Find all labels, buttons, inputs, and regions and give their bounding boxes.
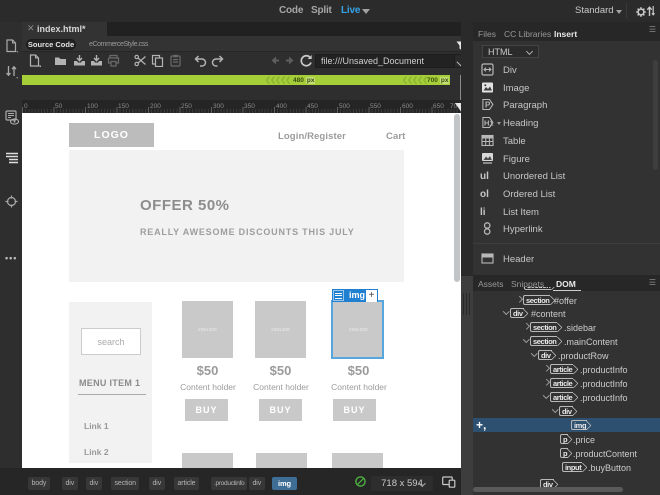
svg-text:H1: H1: [484, 119, 494, 128]
svg-text:P: P: [485, 101, 491, 110]
